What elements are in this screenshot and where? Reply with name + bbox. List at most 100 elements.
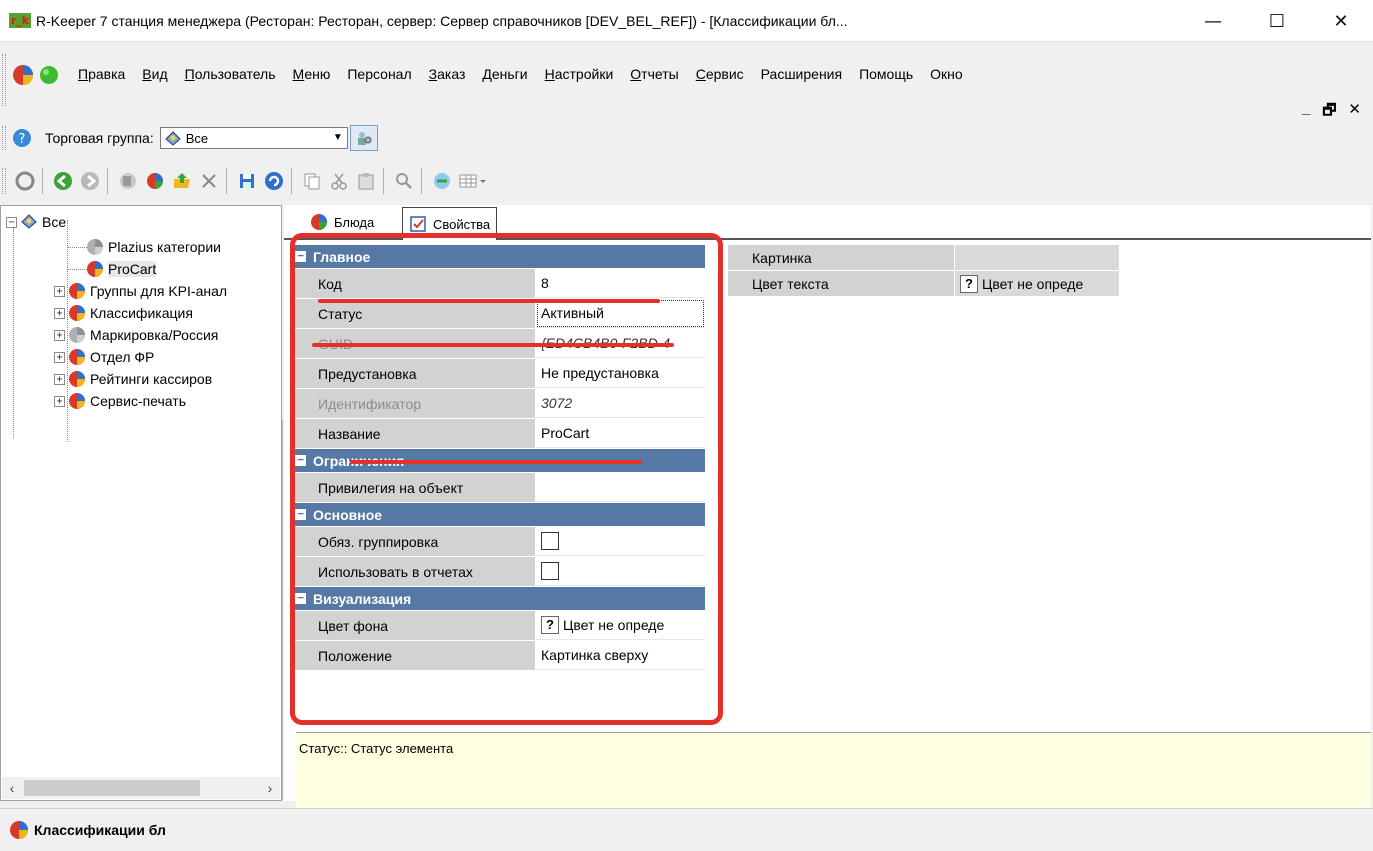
prop-row-use-in-reports[interactable]: Использовать в отчетах (291, 557, 705, 587)
prop-value-preset[interactable]: Не предустановка (536, 359, 705, 388)
prop-value-position[interactable]: Картинка сверху (536, 641, 705, 670)
prop-value-identifier[interactable]: 3072 (536, 389, 705, 418)
menu-item-12[interactable]: Окно (930, 66, 963, 82)
scroll-right-icon[interactable]: › (260, 780, 280, 796)
undo-icon (264, 172, 283, 190)
use-in-reports-checkbox[interactable] (541, 562, 559, 580)
tree-item[interactable]: Plazius категории (86, 237, 221, 257)
collapse-icon[interactable]: − (295, 508, 306, 520)
tree-item[interactable]: + Отдел ФР (54, 347, 154, 367)
category-icon (69, 371, 85, 387)
prop-row-code[interactable]: Код 8 (291, 269, 705, 299)
back-button[interactable] (50, 169, 75, 194)
paste-button[interactable] (353, 169, 378, 194)
menu-item-9[interactable]: Сервис (696, 66, 744, 82)
category-visual[interactable]: − Визуализация (291, 587, 705, 611)
prop-row-picture[interactable]: Картинка (728, 245, 1119, 271)
tree-horizontal-scrollbar[interactable]: ‹ › (2, 777, 280, 799)
menu-item-1[interactable]: Вид (142, 66, 167, 82)
copy-button[interactable] (299, 169, 324, 194)
minimize-button[interactable]: — (1181, 0, 1245, 42)
menu-item-3[interactable]: Меню (293, 66, 331, 82)
rkeeper-app-icon[interactable] (12, 64, 34, 86)
prop-row-preset[interactable]: Предустановка Не предустановка (291, 359, 705, 389)
menu-bar: Правка Вид Пользователь Меню Персонал Заказ Де… (0, 42, 1373, 119)
menu-item-8[interactable]: Отчеты (630, 66, 678, 82)
tree-root[interactable]: − Все (6, 212, 66, 232)
menu-item-0[interactable]: Правка (78, 66, 125, 82)
prop-value-privilege[interactable] (536, 473, 705, 502)
view-menu-button[interactable] (456, 169, 490, 194)
move-up-button[interactable] (169, 169, 194, 194)
tree-item[interactable]: + Рейтинги кассиров (54, 369, 212, 389)
expand-icon[interactable]: + (54, 329, 65, 341)
prop-value-picture[interactable] (955, 245, 1119, 271)
save-button[interactable] (234, 169, 259, 194)
category-main[interactable]: − Главное (291, 245, 705, 269)
menu-item-5[interactable]: Заказ (429, 66, 466, 82)
prop-value-status[interactable]: Активный (536, 299, 705, 328)
tree-item[interactable]: + Классификация (54, 303, 193, 323)
tree-item[interactable]: + Маркировка/Россия (54, 325, 218, 345)
expand-icon[interactable]: + (54, 351, 65, 363)
prop-row-privilege[interactable]: Привилегия на объект (291, 473, 705, 503)
status-bar: Классификации бл (0, 808, 1373, 851)
menu-item-4[interactable]: Персонал (347, 66, 411, 82)
undo-button[interactable] (261, 169, 286, 194)
prop-row-bg-color[interactable]: Цвет фона? Цвет не опреде (291, 611, 705, 641)
menu-item-10[interactable]: Расширения (761, 66, 842, 82)
scroll-thumb[interactable] (24, 780, 200, 796)
prop-row-text-color[interactable]: Цвет текста? Цвет не опреде (728, 271, 1119, 297)
delete-button[interactable] (196, 169, 221, 194)
expand-icon[interactable]: + (54, 285, 65, 297)
filter-button[interactable] (429, 169, 454, 194)
required-group-checkbox[interactable] (541, 532, 559, 550)
prop-value-bg-color[interactable]: ? Цвет не опреде (536, 611, 705, 640)
collapse-icon[interactable]: − (6, 216, 17, 228)
prop-row-identifier[interactable]: Идентификатор 3072 (291, 389, 705, 419)
tree-item[interactable]: + Сервис-печать (54, 391, 186, 411)
prop-row-guid[interactable]: GUID {ED4CB4B0-F2BD-4 (291, 329, 705, 359)
menubar-grip[interactable] (2, 54, 6, 106)
prop-value-guid[interactable]: {ED4CB4B0-F2BD-4 (536, 329, 705, 358)
prop-value-text-color[interactable]: ? Цвет не опреде (955, 271, 1119, 297)
group-settings-button[interactable] (349, 125, 378, 151)
groupbar-grip[interactable] (2, 126, 6, 150)
dropdown-arrow-icon[interactable]: ▼ (333, 132, 343, 143)
prop-value-name[interactable]: ProCart (536, 419, 705, 448)
prop-value-code[interactable]: 8 (536, 269, 705, 298)
window-tab-classifications[interactable]: Классификации бл (9, 820, 166, 840)
collapse-icon[interactable]: − (295, 250, 306, 262)
expand-icon[interactable]: + (54, 395, 65, 407)
maximize-button[interactable]: ☐ (1245, 0, 1309, 42)
close-button[interactable]: ✕ (1309, 0, 1373, 42)
collapse-icon[interactable]: − (295, 592, 306, 604)
expand-icon[interactable]: + (54, 373, 65, 385)
tab-dishes[interactable]: Блюда (304, 207, 380, 237)
copy-item-button[interactable] (115, 169, 140, 194)
menu-item-6[interactable]: Деньги (482, 66, 527, 82)
menu-item-2[interactable]: Пользователь (185, 66, 276, 82)
category-basic[interactable]: − Основное (291, 503, 705, 527)
search-button[interactable] (391, 169, 416, 194)
expand-icon[interactable]: + (54, 307, 65, 319)
cut-button[interactable] (326, 169, 351, 194)
menu-item-7[interactable]: Настройки (545, 66, 614, 82)
toolbar-grip[interactable] (2, 168, 6, 194)
menu-item-11[interactable]: Помощь (859, 66, 913, 82)
prop-row-status[interactable]: Статус Активный (291, 299, 705, 329)
dishes-icon (311, 214, 327, 230)
refresh-button[interactable] (12, 169, 37, 194)
prop-row-position[interactable]: Положение Картинка сверху (291, 641, 705, 671)
tree-item[interactable]: + Группы для KPI-анал (54, 281, 227, 301)
prop-row-required-group[interactable]: Обяз. группировка (291, 527, 705, 557)
scroll-left-icon[interactable]: ‹ (2, 780, 22, 796)
tree-item[interactable]: ProCart (86, 259, 157, 279)
prop-row-name[interactable]: Название ProCart (291, 419, 705, 449)
trade-group-select[interactable]: Все ▼ (159, 127, 348, 149)
new-item-button[interactable] (142, 169, 167, 194)
category-limits[interactable]: − Ограничения (291, 449, 705, 473)
collapse-icon[interactable]: − (295, 454, 306, 466)
forward-button[interactable] (77, 169, 102, 194)
tab-properties[interactable]: Свойства (402, 207, 498, 240)
